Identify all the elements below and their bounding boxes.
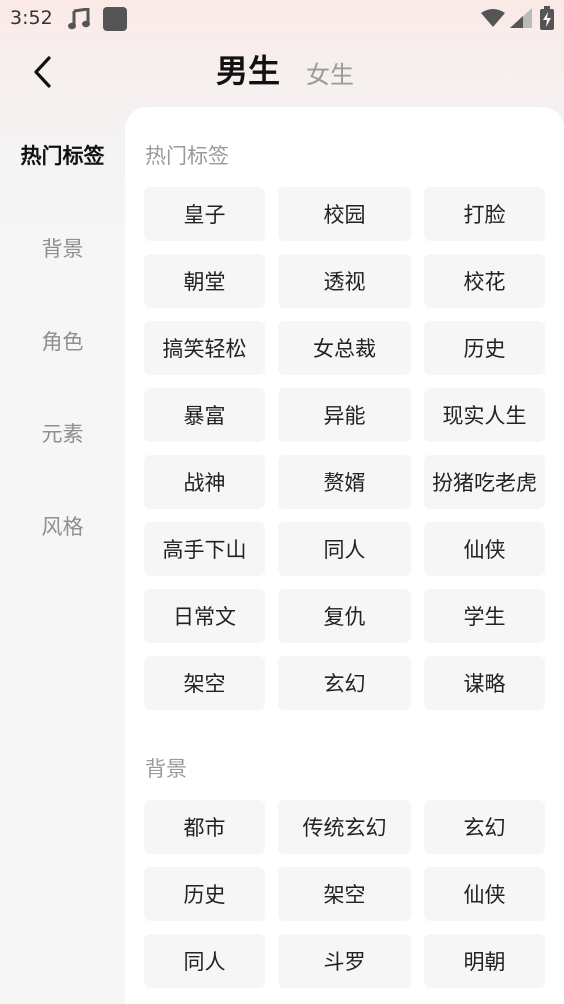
tag-chip[interactable]: 同人	[278, 522, 411, 576]
tag-chip[interactable]: 打脸	[424, 187, 545, 241]
section-title-background: 背景	[145, 757, 187, 781]
back-button[interactable]	[22, 50, 62, 94]
sidebar-item-element[interactable]: 元素	[0, 418, 125, 448]
tag-chip[interactable]: 赘婿	[278, 455, 411, 509]
battery-charging-icon	[540, 6, 554, 30]
tag-chip[interactable]: 校花	[424, 254, 545, 308]
background-tags-grid: 都市 传统玄幻 玄幻历史 架空 仙侠同人 斗罗 明朝	[144, 800, 545, 988]
sidebar-item-hot-tags[interactable]: 热门标签	[0, 140, 125, 170]
tag-chip[interactable]: 战神	[144, 455, 265, 509]
tag-chip[interactable]: 仙侠	[424, 867, 545, 921]
notification-app-icon	[103, 7, 127, 31]
tag-chip[interactable]: 历史	[424, 321, 545, 375]
tag-chip[interactable]: 架空	[144, 656, 265, 710]
tag-chip[interactable]: 明朝	[424, 934, 545, 988]
screen: 3:52 男生 女生 热门标签 背景 角色 元素 风格 热门标签 皇子 校园 打…	[0, 0, 564, 1004]
tag-chip[interactable]: 历史	[144, 867, 265, 921]
music-note-icon	[68, 8, 90, 30]
tag-chip[interactable]: 校园	[278, 187, 411, 241]
tag-chip[interactable]: 都市	[144, 800, 265, 854]
status-time: 3:52	[10, 7, 53, 29]
tag-chip[interactable]: 仙侠	[424, 522, 545, 576]
tag-chip[interactable]: 女总裁	[278, 321, 411, 375]
tag-chip[interactable]: 谋略	[424, 656, 545, 710]
tag-chip[interactable]: 架空	[278, 867, 411, 921]
sidebar-item-role[interactable]: 角色	[0, 326, 125, 356]
tag-chip[interactable]: 搞笑轻松	[144, 321, 265, 375]
signal-icon	[510, 8, 532, 28]
tag-chip[interactable]: 斗罗	[278, 934, 411, 988]
tag-chip[interactable]: 朝堂	[144, 254, 265, 308]
chevron-left-icon	[34, 56, 51, 88]
tag-chip[interactable]: 传统玄幻	[278, 800, 411, 854]
hot-tags-grid: 皇子 校园 打脸朝堂 透视 校花搞笑轻松 女总裁 历史暴富 异能 现实人生战神 赘婿 扮猪吃老虎高手…	[144, 187, 545, 710]
tab-male[interactable]: 男生	[216, 46, 280, 92]
tag-chip[interactable]: 复仇	[278, 589, 411, 643]
tag-chip[interactable]: 玄幻	[424, 800, 545, 854]
tag-chip[interactable]: 异能	[278, 388, 411, 442]
tag-chip[interactable]: 现实人生	[424, 388, 545, 442]
tag-chip[interactable]: 暴富	[144, 388, 265, 442]
tag-chip[interactable]: 学生	[424, 589, 545, 643]
sidebar-item-background[interactable]: 背景	[0, 233, 125, 263]
tag-chip[interactable]: 透视	[278, 254, 411, 308]
status-bar: 3:52	[0, 0, 564, 38]
tag-chip[interactable]: 玄幻	[278, 656, 411, 710]
tag-chip[interactable]: 日常文	[144, 589, 265, 643]
tag-panel: 热门标签 皇子 校园 打脸 朝堂 透视 校花 搞笑轻松 女总裁 历史 暴富 异能 现实人生 战神 赘婿 扮猪…	[125, 107, 564, 1004]
tag-chip[interactable]: 扮猪吃老虎	[424, 455, 545, 509]
tab-female[interactable]: 女生	[306, 55, 354, 90]
tag-chip[interactable]: 同人	[144, 934, 265, 988]
sidebar-item-style[interactable]: 风格	[0, 511, 125, 541]
tag-chip[interactable]: 高手下山	[144, 522, 265, 576]
wifi-icon	[481, 9, 505, 27]
section-title-hot-tags: 热门标签	[145, 144, 229, 168]
tag-chip[interactable]: 皇子	[144, 187, 265, 241]
